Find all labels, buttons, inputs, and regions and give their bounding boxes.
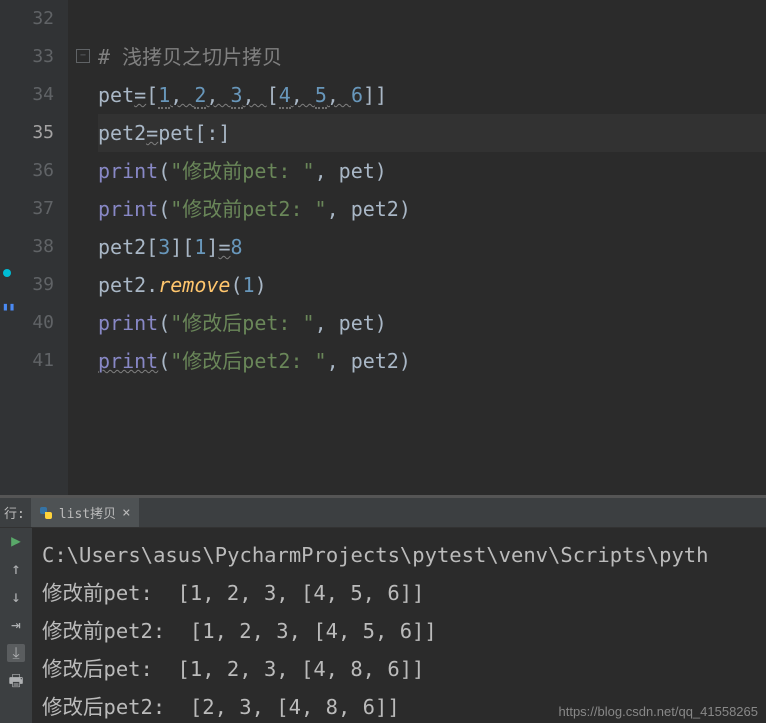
watermark: https://blog.csdn.net/qq_41558265 (559, 704, 759, 719)
run-tab[interactable]: list拷贝 × (31, 498, 139, 527)
arrow-up-icon[interactable]: ↑ (7, 560, 25, 578)
gutter-marker: ▮▮ (2, 300, 15, 313)
output-line: 修改后pet: [1, 2, 3, [4, 8, 6]] (42, 650, 756, 688)
line-number: 38 (16, 228, 54, 266)
scroll-icon[interactable]: ⤓ (7, 644, 25, 662)
code-line[interactable]: print("修改后pet: ", pet) (98, 304, 766, 342)
code-line[interactable]: −# 浅拷贝之切片拷贝 (98, 38, 766, 76)
gutter-icon-strip: ▮▮ (0, 0, 16, 495)
code-line[interactable]: pet=[1, 2, 3, [4, 5, 6]] (98, 76, 766, 114)
output-line: 修改前pet2: [1, 2, 3, [4, 5, 6]] (42, 612, 756, 650)
code-line[interactable]: print("修改前pet: ", pet) (98, 152, 766, 190)
arrow-down-icon[interactable]: ↓ (7, 588, 25, 606)
code-editor[interactable]: −# 浅拷贝之切片拷贝 pet=[1, 2, 3, [4, 5, 6]] pet… (68, 0, 766, 495)
output-line: 修改前pet: [1, 2, 3, [4, 5, 6]] (42, 574, 756, 612)
line-number: 40 (16, 304, 54, 342)
code-line[interactable]: print("修改后pet2: ", pet2) (98, 342, 766, 380)
line-number: 35 (16, 114, 54, 152)
run-tab-name: list拷贝 (59, 503, 116, 522)
wrap-icon[interactable]: ⇥ (7, 616, 25, 634)
run-label: 行: (0, 503, 31, 522)
run-body: ▶ ↑ ↓ ⇥ ⤓ 🖶 C:\Users\asus\PycharmProject… (0, 528, 766, 723)
line-number: 36 (16, 152, 54, 190)
code-line[interactable]: pet2.remove(1) (98, 266, 766, 304)
run-tab-bar: 行: list拷贝 × (0, 498, 766, 528)
editor-area: ▮▮ 32 33 34 35 36 37 38 39 40 41 −# 浅拷贝之… (0, 0, 766, 495)
close-icon[interactable]: × (122, 505, 130, 521)
line-number: 41 (16, 342, 54, 380)
output-line: C:\Users\asus\PycharmProjects\pytest\ven… (42, 536, 756, 574)
line-number-gutter: 32 33 34 35 36 37 38 39 40 41 (16, 0, 68, 495)
run-tool-window: 行: list拷贝 × ▶ ↑ ↓ ⇥ ⤓ 🖶 C:\Users\asus\Py… (0, 498, 766, 723)
print-icon[interactable]: 🖶 (7, 672, 25, 690)
code-line[interactable]: pet2[3][1]=8 (98, 228, 766, 266)
line-number: 37 (16, 190, 54, 228)
run-toolbar: ▶ ↑ ↓ ⇥ ⤓ 🖶 (0, 528, 32, 723)
rerun-icon[interactable]: ▶ (7, 532, 25, 550)
line-number: 34 (16, 76, 54, 114)
line-number: 39 (16, 266, 54, 304)
line-number: 33 (16, 38, 54, 76)
python-icon (39, 506, 53, 520)
fold-icon[interactable]: − (76, 49, 90, 63)
breakpoint-marker[interactable] (3, 269, 11, 277)
code-line[interactable]: print("修改前pet2: ", pet2) (98, 190, 766, 228)
code-line[interactable] (98, 0, 766, 38)
console-output[interactable]: C:\Users\asus\PycharmProjects\pytest\ven… (32, 528, 766, 723)
line-number: 32 (16, 0, 54, 38)
code-line-current[interactable]: pet2=pet[:] (98, 114, 766, 152)
